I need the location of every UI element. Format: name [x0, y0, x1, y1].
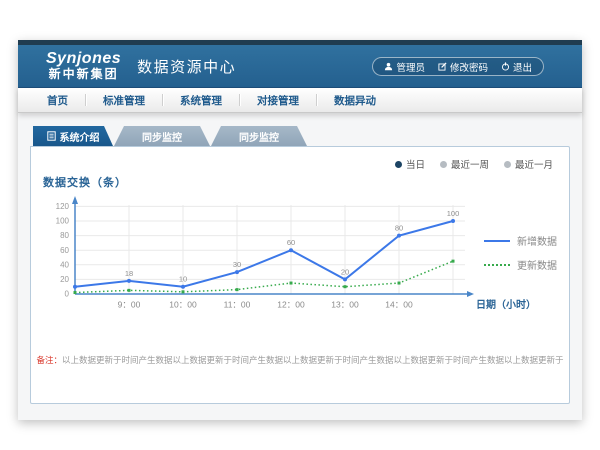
tab-sync-monitor-1[interactable]: 同步监控	[114, 126, 210, 146]
legend-item-new-data: 新增数据	[484, 233, 557, 248]
svg-text:13：00: 13：00	[331, 300, 359, 310]
main-nav: 首页 标准管理 系统管理 对接管理 数据异动	[18, 88, 582, 113]
legend-label: 新增数据	[517, 233, 557, 248]
svg-text:20: 20	[60, 275, 69, 284]
footnote-prefix: 备注：	[36, 355, 62, 365]
logo-secondary-text: 新中新集团	[46, 68, 121, 81]
nav-item-standard-mgmt[interactable]: 标准管理	[86, 93, 162, 108]
logo-primary-text: Synjones	[46, 51, 121, 68]
filter-last-week[interactable]: 最近一周	[440, 157, 489, 171]
nav-item-interface-mgmt[interactable]: 对接管理	[240, 93, 316, 108]
legend-item-updated-data: 更新数据	[484, 257, 557, 272]
svg-text:100: 100	[56, 217, 70, 226]
content-area: 系统介绍 同步监控 同步监控 当日 最近一周	[18, 113, 582, 420]
app-window: Synjones 新中新集团 数据资源中心 管理员 修改密码	[18, 40, 582, 420]
power-icon	[501, 62, 510, 71]
tab-bar: 系统介绍 同步监控 同步监控	[33, 126, 570, 146]
footnote-text: 以上数据更新于时间产生数据以上数据更新于时间产生数据以上数据更新于时间产生数据以…	[62, 355, 564, 365]
filter-label: 最近一月	[515, 157, 553, 171]
svg-text:80: 80	[395, 224, 403, 233]
tab-label: 同步监控	[142, 129, 182, 144]
svg-text:100: 100	[447, 209, 460, 218]
svg-text:10: 10	[179, 275, 187, 284]
tab-sync-monitor-2[interactable]: 同步监控	[211, 126, 307, 146]
svg-text:60: 60	[60, 246, 69, 255]
svg-text:日期（小时）: 日期（小时）	[476, 298, 536, 311]
tab-system-intro[interactable]: 系统介绍	[33, 126, 113, 146]
svg-text:14：00: 14：00	[385, 300, 413, 310]
svg-text:30: 30	[233, 260, 241, 269]
legend-line-swatch	[484, 240, 510, 242]
user-menu: 管理员 修改密码 退出	[372, 57, 544, 76]
edit-icon	[438, 62, 447, 71]
nav-item-system-mgmt[interactable]: 系统管理	[163, 93, 239, 108]
svg-text:40: 40	[60, 260, 69, 269]
change-password-label: 修改密码	[450, 60, 488, 74]
svg-text:20: 20	[341, 267, 349, 276]
time-range-filters: 当日 最近一周 最近一月	[395, 157, 553, 171]
tab-label: 同步监控	[239, 129, 279, 144]
svg-text:10：00: 10：00	[169, 300, 197, 310]
page-background: Synjones 新中新集团 数据资源中心 管理员 修改密码	[0, 0, 600, 450]
radio-dot[interactable]	[395, 161, 402, 168]
admin-user-button[interactable]: 管理员	[384, 60, 425, 74]
chart-panel: 当日 最近一周 最近一月 数据交换（条） 0 20 40 60 80 100 120 9：00…	[30, 146, 570, 404]
radio-dot[interactable]	[440, 161, 447, 168]
change-password-button[interactable]: 修改密码	[438, 60, 488, 74]
svg-text:12：00: 12：00	[277, 300, 305, 310]
y-axis-title: 数据交换（条）	[43, 174, 569, 190]
filter-last-month[interactable]: 最近一月	[504, 157, 553, 171]
document-icon	[47, 131, 56, 141]
radio-dot[interactable]	[504, 161, 511, 168]
svg-text:120: 120	[56, 202, 70, 211]
user-icon	[384, 62, 393, 71]
logout-label: 退出	[513, 60, 532, 74]
footnote: 备注：以上数据更新于时间产生数据以上数据更新于时间产生数据以上数据更新于时间产生…	[31, 354, 569, 366]
svg-text:60: 60	[287, 238, 295, 247]
filter-label: 当日	[406, 157, 425, 171]
nav-item-data-change[interactable]: 数据异动	[317, 93, 393, 108]
svg-text:9：00: 9：00	[118, 300, 141, 310]
admin-label: 管理员	[396, 60, 425, 74]
logout-button[interactable]: 退出	[501, 60, 532, 74]
legend-label: 更新数据	[517, 257, 557, 272]
line-chart: 0 20 40 60 80 100 120 9：00 10：00 11：00 12：00 13：00 1…	[39, 192, 539, 324]
filter-label: 最近一周	[451, 157, 489, 171]
svg-text:18: 18	[125, 269, 133, 278]
svg-text:80: 80	[60, 231, 69, 240]
company-logo: Synjones 新中新集团	[46, 51, 121, 80]
filter-today[interactable]: 当日	[395, 157, 425, 171]
tab-label: 系统介绍	[60, 129, 100, 144]
app-header: Synjones 新中新集团 数据资源中心 管理员 修改密码	[18, 45, 582, 88]
legend-line-swatch	[484, 264, 510, 266]
page-title: 数据资源中心	[137, 56, 236, 77]
nav-item-home[interactable]: 首页	[30, 93, 85, 108]
svg-text:11：00: 11：00	[224, 300, 251, 310]
chart-legend: 新增数据 更新数据	[484, 233, 557, 281]
svg-text:0: 0	[65, 290, 70, 299]
